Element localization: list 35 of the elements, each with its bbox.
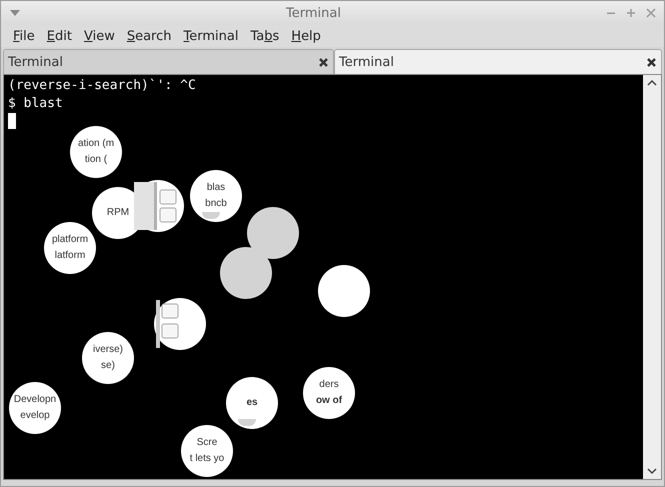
text-fragment: t lets yo bbox=[190, 453, 224, 465]
tab[interactable]: Terminal bbox=[3, 49, 334, 74]
window-title: Terminal bbox=[286, 6, 341, 20]
close-icon[interactable] bbox=[318, 56, 329, 68]
terminal-line: $ blast bbox=[8, 95, 64, 113]
text-fragment: RPM bbox=[106, 207, 130, 219]
text-fragment: ders bbox=[319, 379, 339, 391]
terminal-line: (reverse-i-search)`': ^C bbox=[8, 77, 197, 95]
text-fragment: iverse) bbox=[92, 344, 123, 356]
menu-item[interactable]: File bbox=[7, 28, 41, 44]
menu-item[interactable]: Tabs bbox=[244, 28, 286, 44]
text-fragment: platform bbox=[52, 234, 88, 246]
menu-item[interactable]: Search bbox=[120, 28, 178, 44]
menu-item[interactable]: View bbox=[78, 28, 121, 44]
text-fragment: ow of bbox=[316, 395, 342, 407]
buttons-fragment-drawing bbox=[154, 298, 206, 350]
text-fragment: es bbox=[246, 397, 258, 409]
text-fragment: tion ( bbox=[84, 154, 108, 166]
text-fragment: bncb bbox=[205, 198, 227, 210]
menu-item[interactable]: Help bbox=[285, 28, 327, 44]
text-fragment: Scre bbox=[196, 437, 218, 449]
text-fragment: Developn bbox=[14, 394, 56, 406]
close-icon[interactable] bbox=[646, 56, 657, 68]
shaded-spot bbox=[247, 207, 299, 259]
text-fragment: latform bbox=[54, 250, 86, 262]
text-fragment: evelop bbox=[20, 410, 50, 422]
blank-spot bbox=[318, 265, 370, 317]
menu-item[interactable]: Terminal bbox=[178, 28, 244, 44]
text-fragment: ation (m bbox=[78, 138, 114, 150]
dropdown-icon[interactable] bbox=[9, 9, 21, 17]
text-fragment: se) bbox=[101, 360, 115, 372]
text-fragment: blas bbox=[206, 182, 226, 194]
menu-item[interactable]: Edit bbox=[40, 28, 78, 44]
shaded-spot bbox=[220, 247, 272, 299]
tab[interactable]: Terminal bbox=[334, 49, 662, 74]
